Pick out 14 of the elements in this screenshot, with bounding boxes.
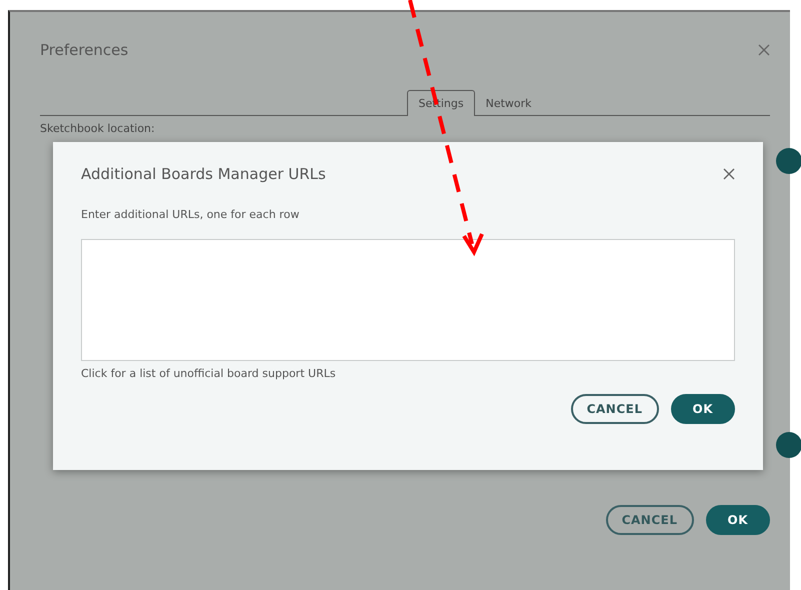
unofficial-urls-link[interactable]: Click for a list of unofficial board support URLs <box>81 367 735 380</box>
dialog-button[interactable]: OK <box>670 394 735 424</box>
close-icon[interactable] <box>758 44 770 56</box>
dialog-button[interactable]: CANCEL <box>570 394 658 424</box>
round-button[interactable] <box>776 432 801 458</box>
tab[interactable]: Network <box>474 90 543 116</box>
dialog-title: Additional Boards Manager URLs <box>81 165 326 183</box>
tab[interactable]: Settings <box>407 90 475 116</box>
close-icon[interactable] <box>723 168 735 180</box>
field-label: Sketchbook location: <box>40 122 156 135</box>
instructions-text: Enter additional URLs, one for each row <box>81 208 300 221</box>
window-title: Preferences <box>40 41 128 59</box>
dialog-button[interactable]: OK <box>706 505 770 535</box>
round-button[interactable] <box>776 148 801 174</box>
